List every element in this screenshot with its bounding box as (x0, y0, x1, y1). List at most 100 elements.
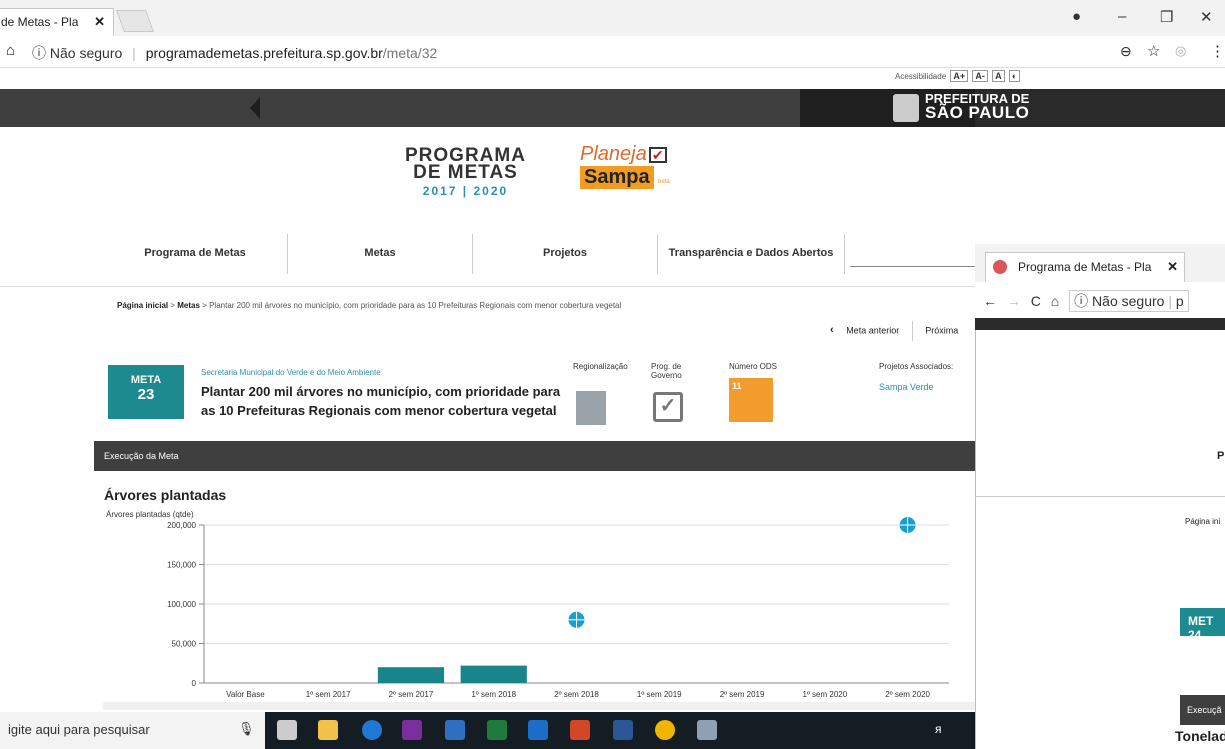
second-window-badge-number: 24 (1188, 628, 1202, 636)
header-wedge (250, 97, 260, 119)
microphone-icon[interactable]: 🎙 (238, 721, 255, 737)
map-icon[interactable] (576, 391, 606, 425)
info-icon[interactable]: ⓘ (32, 45, 46, 61)
chart-bar (377, 667, 445, 683)
restore-icon[interactable]: ❐ (1160, 8, 1173, 26)
home-icon[interactable]: ⌂ (1051, 293, 1059, 309)
font-increase-button[interactable]: A+ (950, 70, 969, 82)
secretaria-label: Secretaria Municipal do Verde e do Meio … (201, 368, 381, 377)
url-host: programademetas.prefeitura.sp.gov.br (145, 45, 383, 61)
chart: Árvores plantadas (qtde) 0 50,000 100,000 15… (106, 510, 949, 699)
breadcrumb-metas[interactable]: Metas (177, 301, 200, 310)
nav-projetos[interactable]: Projetos (473, 234, 658, 274)
chevron-left-icon[interactable]: ‹ (830, 324, 834, 336)
reload-icon[interactable]: C (1031, 293, 1041, 309)
chart-bar (460, 665, 527, 683)
second-window-tab[interactable]: Programa de Metas - Pla ✕ (985, 252, 1185, 282)
chrome-icon[interactable] (655, 720, 675, 740)
breadcrumb-home[interactable]: Página inicial (117, 301, 168, 310)
excel-icon[interactable] (487, 720, 507, 740)
favicon-icon (993, 260, 1007, 274)
projeto-sampa-verde-link[interactable]: Sampa Verde (879, 382, 934, 392)
browser-titlebar (0, 0, 1225, 36)
powerpoint-icon[interactable] (570, 720, 590, 740)
breadcrumb-current: Plantar 200 mil árvores no município, co… (209, 301, 622, 310)
ods-heading: Número ODS (729, 362, 778, 371)
minimize-icon[interactable]: – (1118, 8, 1126, 25)
second-window-not-secure: Não seguro (1092, 293, 1165, 309)
edge-icon[interactable] (362, 720, 382, 740)
browser-tab[interactable]: de Metas - Pla ✕ (0, 8, 114, 36)
menu-dots-icon[interactable]: ⋮ (1210, 42, 1225, 60)
close-tab-icon[interactable]: ✕ (1167, 259, 1178, 275)
forward-icon[interactable]: → (1007, 293, 1021, 309)
x-tick-label: 2º sem 2018 (554, 690, 599, 699)
font-normal-button[interactable]: A (992, 70, 1005, 82)
planeja-sampa-logo[interactable]: Planeja ✔ Sampa beta (580, 143, 670, 189)
meta-proxima-link[interactable]: Próxima (925, 325, 958, 335)
nav-divider (850, 266, 975, 267)
regionalizacao-heading: Regionalização (573, 362, 628, 371)
taskbar-search[interactable]: igite aqui para pesquisar 🎙 (0, 712, 265, 749)
profile-icon[interactable]: ● (1072, 8, 1081, 25)
meta-badge-label: META (130, 374, 162, 386)
home-icon[interactable]: ⌂ (6, 42, 15, 59)
horizontal-scrollbar[interactable] (103, 702, 975, 710)
close-window-icon[interactable]: ✕ (1200, 8, 1213, 26)
second-window-meta-badge: MET 24 (1180, 608, 1225, 636)
second-window-tab-title: Programa de Metas - Pla (1018, 260, 1152, 274)
meta-badge-number: 23 (137, 386, 155, 403)
second-window-url-box[interactable]: ⓘ Não seguro | p (1069, 290, 1189, 312)
contrast-button[interactable]: ◐ (1008, 70, 1021, 82)
nav-metas[interactable]: Metas (288, 234, 473, 274)
people-icon[interactable]: ᴙ (935, 722, 942, 736)
close-tab-icon[interactable]: ✕ (94, 14, 105, 30)
x-tick-label: 2º sem 2019 (720, 690, 765, 699)
second-window-address-bar[interactable]: ← → C ⌂ ⓘ Não seguro | p (975, 282, 1225, 318)
outlook-icon[interactable] (528, 720, 548, 740)
y-tick-label: 50,000 (172, 640, 197, 649)
chart-title: Árvores plantadas (104, 487, 227, 503)
meta-navigation: ‹ Meta anterior Próxima (830, 321, 958, 341)
back-icon[interactable]: ← (983, 293, 997, 309)
programa-logo-years: 2017 | 2020 (422, 184, 509, 198)
prefeitura-line2: SÃO PAULO (925, 103, 1030, 122)
projetos-heading: Projetos Associados: (879, 362, 954, 371)
second-window-breadcrumb[interactable]: Página ini (1185, 517, 1220, 526)
file-explorer-icon[interactable] (318, 720, 338, 740)
programa-de-metas-logo[interactable]: PROGRAMA DE METAS 2017 | 2020 (405, 146, 526, 198)
nav-programa-de-metas[interactable]: Programa de Metas (103, 234, 288, 274)
address-bar[interactable]: ⓘ Não seguro | programademetas.prefeitur… (32, 43, 437, 63)
beta-text: beta (658, 179, 670, 185)
planeja-text: Planeja (580, 143, 647, 165)
address-separator: | (1168, 293, 1172, 309)
not-secure-label: Não seguro (49, 45, 123, 61)
x-tick-label: Valor Base (226, 690, 265, 699)
zoom-icon[interactable]: ⊖ (1120, 43, 1132, 60)
font-decrease-button[interactable]: A- (972, 70, 988, 82)
onenote-icon[interactable] (402, 720, 422, 740)
ods-city-icon[interactable]: 11 (729, 378, 773, 422)
bookmark-star-icon[interactable]: ☆ (1147, 42, 1160, 60)
media-player-icon[interactable] (445, 720, 465, 740)
nav-transparencia[interactable]: Transparência e Dados Abertos (658, 234, 845, 274)
checkbox-icon: ✔ (648, 147, 667, 163)
meta-anterior-link[interactable]: Meta anterior (846, 325, 899, 335)
second-window-execucao: Execuçã (1180, 695, 1225, 725)
x-tick-label: 1º sem 2018 (471, 690, 516, 699)
word-icon[interactable] (613, 720, 633, 740)
check-icon[interactable]: ✓ (653, 392, 683, 422)
prefeitura-logo[interactable]: PREFEITURA DE SÃO PAULO (925, 92, 1030, 122)
x-tick-label: 1º sem 2017 (306, 690, 351, 699)
extension-icon[interactable]: ◎ (1175, 43, 1186, 59)
meta-nav-divider (911, 321, 913, 341)
prog-governo-heading: Prog. de Governo (651, 362, 682, 380)
taskbar-search-placeholder: igite aqui para pesquisar (8, 722, 150, 737)
task-view-icon[interactable] (277, 720, 297, 740)
sampa-text: Sampa (580, 166, 654, 189)
url-path: /meta/32 (382, 45, 438, 61)
x-tick-label: 1º sem 2020 (802, 690, 847, 699)
snipping-tool-icon[interactable] (697, 720, 717, 740)
y-tick-label: 150,000 (167, 561, 196, 570)
ods-number: 11 (732, 381, 742, 391)
